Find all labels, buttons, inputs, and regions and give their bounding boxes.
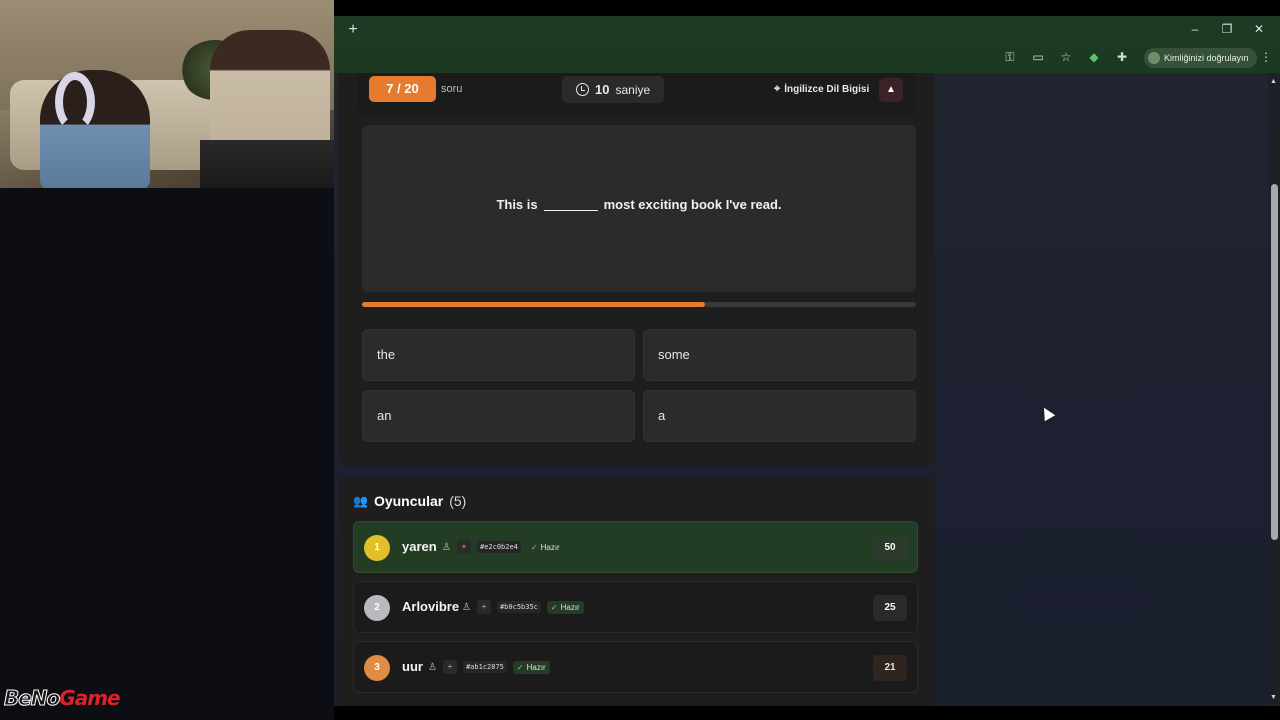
player-name: uur — [402, 659, 423, 674]
question-counter-label: soru — [441, 83, 463, 95]
player-meta: ♙ + #ab1c2875 ✓ Hazır — [428, 660, 550, 674]
new-tab-button[interactable]: + — [342, 19, 364, 41]
question-blank — [543, 210, 598, 211]
scrollbar-thumb[interactable] — [1271, 184, 1278, 540]
users-icon: 👥 — [353, 494, 368, 508]
ready-badge: ✓ Hazır — [512, 660, 550, 674]
quiz-panel: 7 / 20 soru 10 saniye ⌖ İngilizce Dil Bi… — [338, 73, 935, 466]
webcam-desk — [200, 140, 334, 188]
check-icon: ✓ — [550, 602, 558, 612]
ready-badge: ✓ Hazır — [526, 540, 564, 554]
answer-option-a[interactable]: a — [643, 390, 916, 442]
question-text-after: most exciting book I've read. — [603, 197, 782, 212]
ready-text: Hazır — [540, 542, 560, 552]
user-icon: ♙ — [428, 661, 437, 673]
players-title-text: Oyuncular — [373, 493, 444, 509]
verify-identity-label: Kimliğinizi doğrulayın — [1164, 53, 1249, 63]
player-score: 50 — [873, 535, 907, 561]
player-id: #e2c0b2e4 — [476, 541, 521, 553]
browser-window: + – ❐ ✕ ⚿ ▭ ☆ ◆ ✚ Kimliğinizi doğrulayın… — [334, 0, 1280, 720]
answer-option-some[interactable]: some — [643, 329, 916, 381]
player-score: 21 — [873, 655, 907, 681]
browser-toolbar: ⚿ ▭ ☆ ◆ ✚ — [334, 43, 1280, 73]
timer-value: 10 — [595, 82, 610, 97]
player-row: 3 uur ♙ + #ab1c2875 ✓ Hazır 21 — [353, 641, 918, 693]
logo-text-part2: Game — [59, 686, 120, 710]
rank-badge: 3 — [364, 655, 390, 681]
category-text: İngilizce Dil Bigisi — [784, 84, 870, 95]
minimize-button[interactable]: – — [1180, 16, 1210, 43]
ready-text: Hazır — [560, 602, 580, 612]
check-icon: ✓ — [530, 542, 538, 552]
players-title: 👥 Oyuncular (5) — [353, 493, 466, 509]
report-button[interactable]: ▲ — [879, 78, 903, 102]
key-icon[interactable]: ⚿ — [1002, 49, 1018, 65]
player-meta: ♙ + #b0c5b35c ✓ Hazır — [462, 600, 584, 614]
bottom-bar-black — [334, 706, 1280, 720]
webcam-headset — [55, 72, 95, 132]
question-text-before: This is — [496, 197, 538, 212]
rank-badge: 1 — [364, 535, 390, 561]
add-friend-icon[interactable]: + — [442, 660, 457, 674]
scroll-down-icon[interactable]: ▼ — [1270, 694, 1277, 701]
player-id: #ab1c2875 — [462, 661, 507, 673]
player-score: 25 — [873, 595, 907, 621]
player-id: #b0c5b35c — [496, 601, 541, 613]
restore-button[interactable]: ❐ — [1212, 16, 1242, 43]
user-icon: ♙ — [442, 541, 451, 553]
warning-icon: ▲ — [886, 84, 896, 95]
check-icon: ✓ — [516, 662, 524, 672]
logo-text-part1: BeNo — [3, 686, 60, 711]
browser-menu-icon[interactable]: ⋮ — [1260, 50, 1272, 64]
cast-icon[interactable]: ▭ — [1030, 49, 1046, 65]
answer-option-the[interactable]: the — [362, 329, 635, 381]
streamer-logo: BeNoGame — [3, 686, 120, 711]
timer-progress-fill — [362, 302, 706, 307]
add-friend-icon[interactable]: + — [476, 600, 491, 614]
player-row: 2 Arlovibre ♙ + #b0c5b35c ✓ Hazır 25 — [353, 581, 918, 633]
clock-icon — [576, 83, 589, 96]
rank-badge: 2 — [364, 595, 390, 621]
scroll-up-icon[interactable]: ▲ — [1270, 78, 1277, 85]
user-icon: ♙ — [462, 601, 471, 613]
timer-unit: saniye — [615, 82, 651, 97]
answer-option-an[interactable]: an — [362, 390, 635, 442]
profile-avatar-icon — [1148, 52, 1160, 64]
player-row: 1 yaren ♙ + #e2c0b2e4 ✓ Hazır 50 — [353, 521, 918, 573]
question-text: This is most exciting book I've read. — [362, 197, 916, 212]
players-count: (5) — [449, 493, 467, 509]
player-meta: ♙ + #e2c0b2e4 ✓ Hazır — [442, 540, 564, 554]
question-header: 7 / 20 soru 10 saniye ⌖ İngilizce Dil Bi… — [358, 73, 916, 115]
timer: 10 saniye — [562, 76, 664, 103]
tab-bar: + – ❐ ✕ — [334, 16, 1280, 43]
player-name: Arlovibre — [402, 599, 460, 614]
toolbar-icons: ⚿ ▭ ☆ ◆ ✚ — [1002, 49, 1130, 65]
window-controls: – ❐ ✕ — [1180, 16, 1274, 43]
timer-progress-bar — [362, 302, 916, 307]
shield-icon[interactable]: ◆ — [1086, 49, 1102, 65]
mouse-cursor-icon — [1038, 404, 1056, 422]
add-friend-icon[interactable]: + — [456, 540, 471, 554]
ready-badge: ✓ Hazır — [546, 600, 584, 614]
top-bar-black — [334, 0, 1280, 16]
category-label: ⌖ İngilizce Dil Bigisi — [774, 83, 869, 96]
ready-text: Hazır — [526, 662, 546, 672]
verify-identity-button[interactable]: Kimliğinizi doğrulayın — [1144, 48, 1257, 68]
question-card: This is most exciting book I've read. — [362, 125, 916, 292]
star-icon[interactable]: ☆ — [1058, 49, 1074, 65]
webcam-overlay — [0, 0, 334, 188]
close-button[interactable]: ✕ — [1244, 16, 1274, 43]
players-panel: 👥 Oyuncular (5) 1 yaren ♙ + #e2c0b2e4 ✓ H… — [338, 477, 935, 706]
tag-icon: ⌖ — [774, 83, 781, 95]
extensions-icon[interactable]: ✚ — [1114, 49, 1130, 65]
question-counter: 7 / 20 — [369, 76, 436, 102]
player-name: yaren — [402, 539, 437, 554]
page-viewport: 7 / 20 soru 10 saniye ⌖ İngilizce Dil Bi… — [334, 73, 1280, 706]
